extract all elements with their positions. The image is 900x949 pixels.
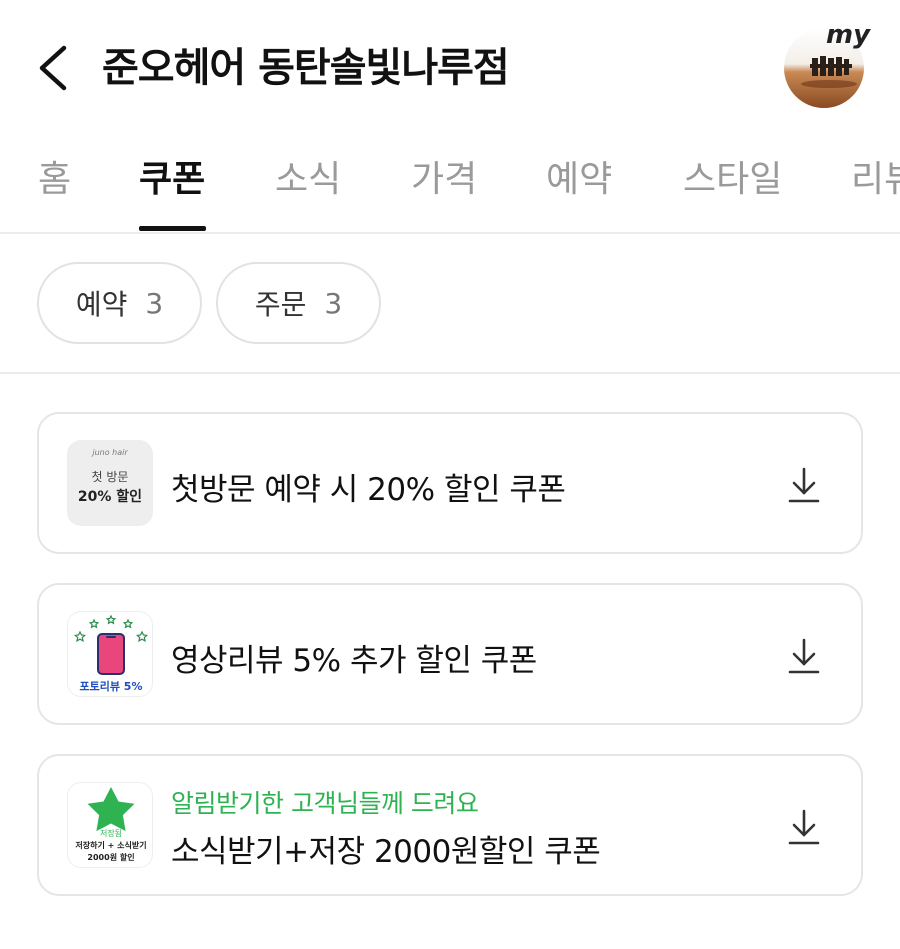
tab-booking[interactable]: 예약 [546, 158, 612, 202]
download-button[interactable] [787, 808, 821, 846]
tab-home[interactable]: 홈 [38, 158, 71, 202]
filter-chip-booking[interactable]: 예약 3 [37, 262, 202, 344]
coupon-thumbnail: 포토리뷰 5% [67, 611, 153, 697]
download-button[interactable] [787, 466, 821, 504]
star-icon [122, 618, 134, 629]
avatar-label: my [826, 20, 871, 50]
download-icon [788, 809, 820, 845]
download-icon [788, 467, 820, 503]
coupon-subtitle: 알림받기한 고객님들께 드려요 [171, 789, 479, 818]
coupon-title: 첫방문 예약 시 20% 할인 쿠폰 [171, 472, 566, 508]
tab-coupon[interactable]: 쿠폰 [139, 158, 205, 202]
filter-chip-order[interactable]: 주문 3 [216, 262, 381, 344]
thumb-line: 첫 방문 [91, 470, 129, 484]
tab-bar: 홈 쿠폰 소식 가격 예약 스타일 리뷰 [0, 148, 900, 234]
header-bar: 준오헤어 동탄솔빛나루점 my [0, 0, 900, 135]
coupon-title: 영상리뷰 5% 추가 할인 쿠폰 [171, 643, 537, 679]
tab-price[interactable]: 가격 [411, 158, 477, 202]
thumb-line: 20% 할인 [77, 489, 143, 505]
thumb-line: 2000원 할인 [87, 853, 135, 862]
tab-style[interactable]: 스타일 [683, 158, 782, 202]
page-title: 준오헤어 동탄솔빛나루점 [102, 45, 510, 91]
active-tab-indicator [139, 226, 206, 231]
chevron-left-icon [39, 45, 67, 91]
download-icon [788, 638, 820, 674]
chip-count: 3 [145, 286, 164, 320]
chip-label: 주문 [254, 288, 307, 321]
thumb-brand: juno hair [92, 448, 128, 457]
coupon-thumbnail: juno hair 첫 방문 20% 할인 [67, 440, 153, 526]
download-button[interactable] [787, 637, 821, 675]
star-icon [105, 614, 117, 625]
coupon-card[interactable]: 저장됨 저장하기 + 소식받기 2000원 할인 알림받기한 고객님들께 드려요… [37, 754, 863, 896]
thumb-caption: 포토리뷰 5% [79, 680, 143, 693]
coupon-card[interactable]: 포토리뷰 5% 영상리뷰 5% 추가 할인 쿠폰 [37, 583, 863, 725]
chip-label: 예약 [75, 288, 128, 321]
chip-count: 3 [324, 286, 343, 320]
star-icon [88, 618, 100, 629]
filter-chip-row: 예약 3 주문 3 [0, 236, 900, 374]
star-icon [135, 630, 149, 642]
coupon-card[interactable]: juno hair 첫 방문 20% 할인 첫방문 예약 시 20% 할인 쿠폰 [37, 412, 863, 554]
thumb-line: 저장됨 [99, 829, 123, 838]
back-button[interactable] [30, 40, 80, 96]
coupon-thumbnail: 저장됨 저장하기 + 소식받기 2000원 할인 [67, 782, 153, 868]
star-icon [73, 630, 87, 642]
coupon-title: 소식받기+저장 2000원할인 쿠폰 [171, 834, 601, 870]
thumb-line: 저장하기 + 소식받기 [75, 841, 147, 850]
tab-review[interactable]: 리뷰 [851, 158, 900, 202]
tab-news[interactable]: 소식 [275, 158, 341, 202]
